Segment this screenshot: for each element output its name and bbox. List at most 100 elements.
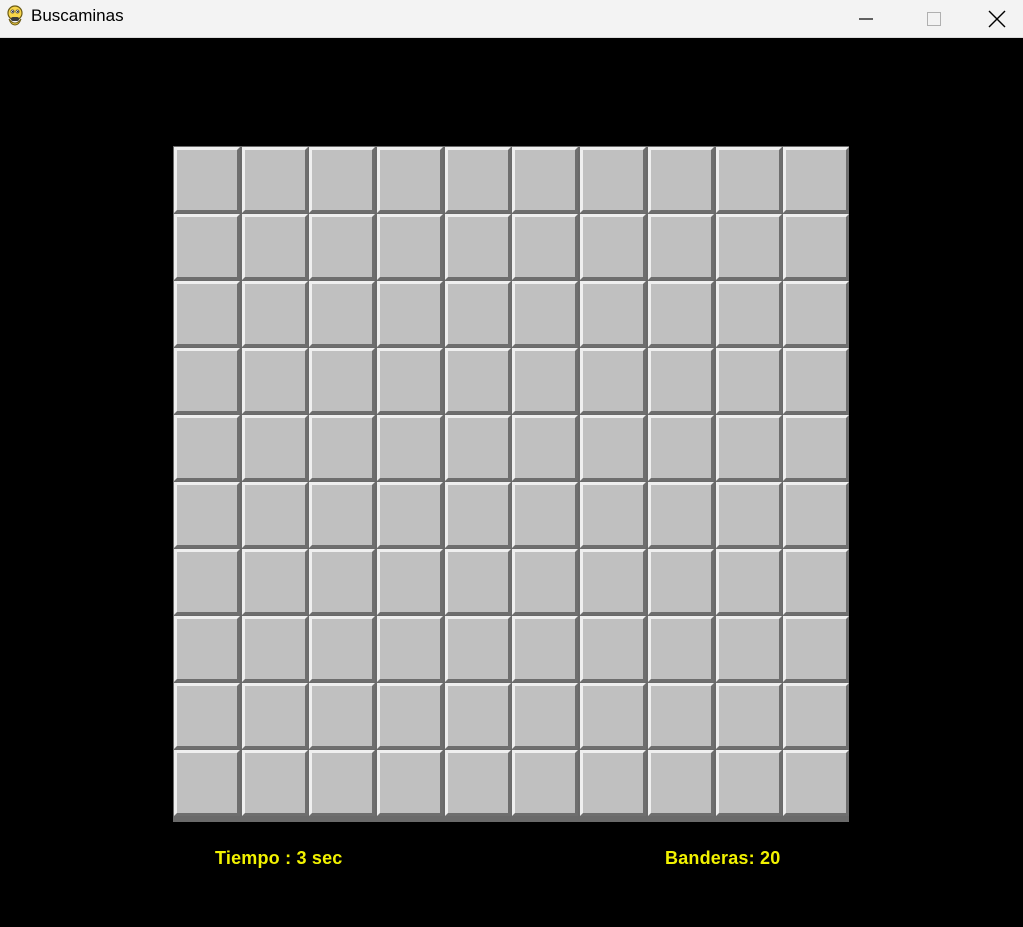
board-cell[interactable] [647,147,714,213]
board-cell[interactable] [715,482,782,548]
board-cell[interactable] [512,616,579,682]
board-cell[interactable] [783,281,850,347]
board-cell[interactable] [377,147,444,213]
board-cell[interactable] [783,415,850,481]
board-cell[interactable] [580,616,647,682]
board-cell[interactable] [647,549,714,615]
board-cell[interactable] [715,281,782,347]
board-cell[interactable] [715,415,782,481]
maximize-button[interactable] [900,0,968,37]
board-cell[interactable] [580,214,647,280]
board-cell[interactable] [783,482,850,548]
board-cell[interactable] [174,616,240,682]
board-cell[interactable] [309,750,376,816]
board-cell[interactable] [241,415,308,481]
board-cell[interactable] [580,281,647,347]
board-cell[interactable] [241,214,308,280]
board-cell[interactable] [241,750,308,816]
board-cell[interactable] [783,214,850,280]
board-cell[interactable] [647,482,714,548]
board-cell[interactable] [309,348,376,414]
board-cell[interactable] [647,281,714,347]
board-cell[interactable] [444,147,511,213]
board-cell[interactable] [647,616,714,682]
board-cell[interactable] [580,415,647,481]
board-cell[interactable] [309,214,376,280]
board-cell[interactable] [444,214,511,280]
board-cell[interactable] [377,214,444,280]
board-cell[interactable] [783,147,850,213]
board-cell[interactable] [647,415,714,481]
board-cell[interactable] [715,683,782,749]
board-cell[interactable] [174,281,240,347]
board-cell[interactable] [241,348,308,414]
board-cell[interactable] [647,214,714,280]
board-cell[interactable] [783,348,850,414]
board-cell[interactable] [174,415,240,481]
board-cell[interactable] [580,549,647,615]
board-cell[interactable] [241,281,308,347]
board-cell[interactable] [715,616,782,682]
board-cell[interactable] [512,214,579,280]
board-cell[interactable] [444,616,511,682]
board-cell[interactable] [377,683,444,749]
board-cell[interactable] [512,348,579,414]
board-cell[interactable] [309,415,376,481]
board-cell[interactable] [174,348,240,414]
board-cell[interactable] [377,482,444,548]
board-cell[interactable] [647,750,714,816]
board-cell[interactable] [715,549,782,615]
board-cell[interactable] [715,147,782,213]
board-cell[interactable] [309,482,376,548]
board-cell[interactable] [444,549,511,615]
board-cell[interactable] [715,214,782,280]
board-cell[interactable] [580,147,647,213]
board-cell[interactable] [783,549,850,615]
board-cell[interactable] [309,616,376,682]
board-cell[interactable] [377,750,444,816]
board-cell[interactable] [512,415,579,481]
board-cell[interactable] [309,281,376,347]
board-cell[interactable] [241,482,308,548]
board-cell[interactable] [580,683,647,749]
board-cell[interactable] [377,616,444,682]
board-cell[interactable] [783,616,850,682]
board-cell[interactable] [715,348,782,414]
board-cell[interactable] [580,750,647,816]
board-cell[interactable] [783,750,850,816]
board-cell[interactable] [444,348,511,414]
board-cell[interactable] [512,683,579,749]
board-cell[interactable] [241,616,308,682]
close-button[interactable] [970,0,1023,37]
board-cell[interactable] [444,683,511,749]
board-cell[interactable] [444,281,511,347]
board-cell[interactable] [647,348,714,414]
board-cell[interactable] [512,549,579,615]
board-cell[interactable] [512,482,579,548]
board-cell[interactable] [309,147,376,213]
board-cell[interactable] [377,415,444,481]
board-cell[interactable] [377,281,444,347]
board-cell[interactable] [444,750,511,816]
board-cell[interactable] [241,683,308,749]
board-cell[interactable] [783,683,850,749]
board-cell[interactable] [174,683,240,749]
board-cell[interactable] [512,281,579,347]
board-cell[interactable] [444,482,511,548]
board-cell[interactable] [309,549,376,615]
minimize-button[interactable] [832,0,900,37]
board-cell[interactable] [309,683,376,749]
board-cell[interactable] [241,147,308,213]
board-cell[interactable] [174,147,240,213]
board-cell[interactable] [580,482,647,548]
board-cell[interactable] [377,348,444,414]
board-cell[interactable] [174,750,240,816]
board-cell[interactable] [647,683,714,749]
board-cell[interactable] [174,214,240,280]
board-cell[interactable] [444,415,511,481]
board-cell[interactable] [715,750,782,816]
board-cell[interactable] [512,750,579,816]
board-cell[interactable] [174,482,240,548]
board-cell[interactable] [241,549,308,615]
board-cell[interactable] [377,549,444,615]
